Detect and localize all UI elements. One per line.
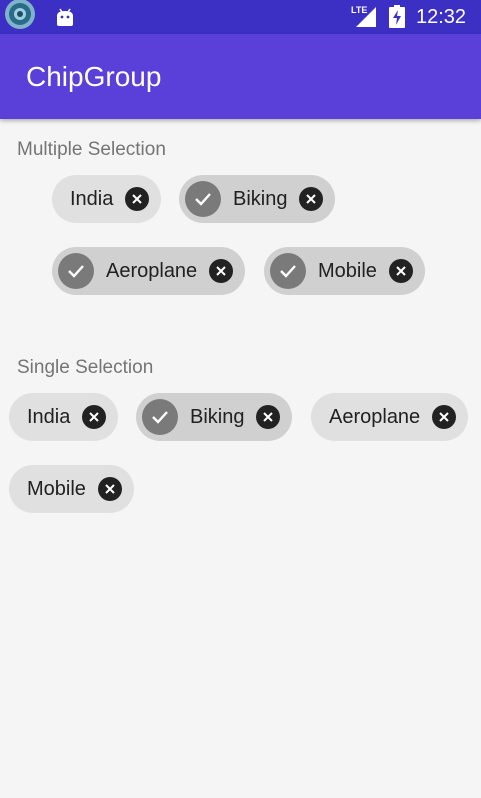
chip-label: Mobile: [27, 477, 86, 500]
chip-multiple-aeroplane[interactable]: Aeroplane: [52, 247, 246, 295]
check-icon: [185, 181, 221, 217]
multiple-selection-label: Multiple Selection: [17, 139, 166, 160]
single-selection-label: Single Selection: [17, 357, 154, 378]
chip-label: India: [27, 405, 71, 428]
chip-label: Mobile: [318, 259, 377, 282]
app-bar: ChipGroup: [0, 34, 481, 119]
close-icon[interactable]: [209, 259, 234, 283]
chip-multiple-india[interactable]: India: [52, 175, 162, 223]
chip-label: Aeroplane: [106, 259, 198, 282]
close-icon[interactable]: [388, 259, 413, 283]
close-icon[interactable]: [82, 405, 107, 429]
chip-single-biking[interactable]: Biking: [136, 393, 293, 441]
check-icon: [270, 253, 306, 289]
check-icon: [142, 399, 178, 435]
page-title: ChipGroup: [26, 61, 162, 92]
signal-icon: [356, 7, 376, 27]
chip-label: India: [70, 187, 114, 210]
close-icon[interactable]: [299, 187, 324, 211]
close-icon[interactable]: [125, 187, 150, 211]
close-icon[interactable]: [256, 405, 281, 429]
chip-single-mobile[interactable]: Mobile: [9, 465, 134, 513]
android-icon: [57, 8, 73, 26]
close-icon[interactable]: [432, 405, 457, 429]
chip-label: Biking: [233, 187, 288, 210]
chip-single-india[interactable]: India: [9, 393, 119, 441]
app-notification-icon: [5, 0, 35, 29]
battery-charging-icon: [389, 5, 405, 28]
chip-multiple-biking[interactable]: Biking: [179, 175, 336, 223]
chip-label: Biking: [190, 405, 245, 428]
clock: 12:32: [416, 6, 467, 28]
status-bar: LTE 12:32: [0, 0, 481, 34]
chip-label: Aeroplane: [329, 405, 421, 428]
check-icon: [58, 253, 94, 289]
chip-single-aeroplane[interactable]: Aeroplane: [311, 393, 469, 441]
chip-multiple-mobile[interactable]: Mobile: [264, 247, 425, 295]
close-icon[interactable]: [97, 477, 122, 501]
